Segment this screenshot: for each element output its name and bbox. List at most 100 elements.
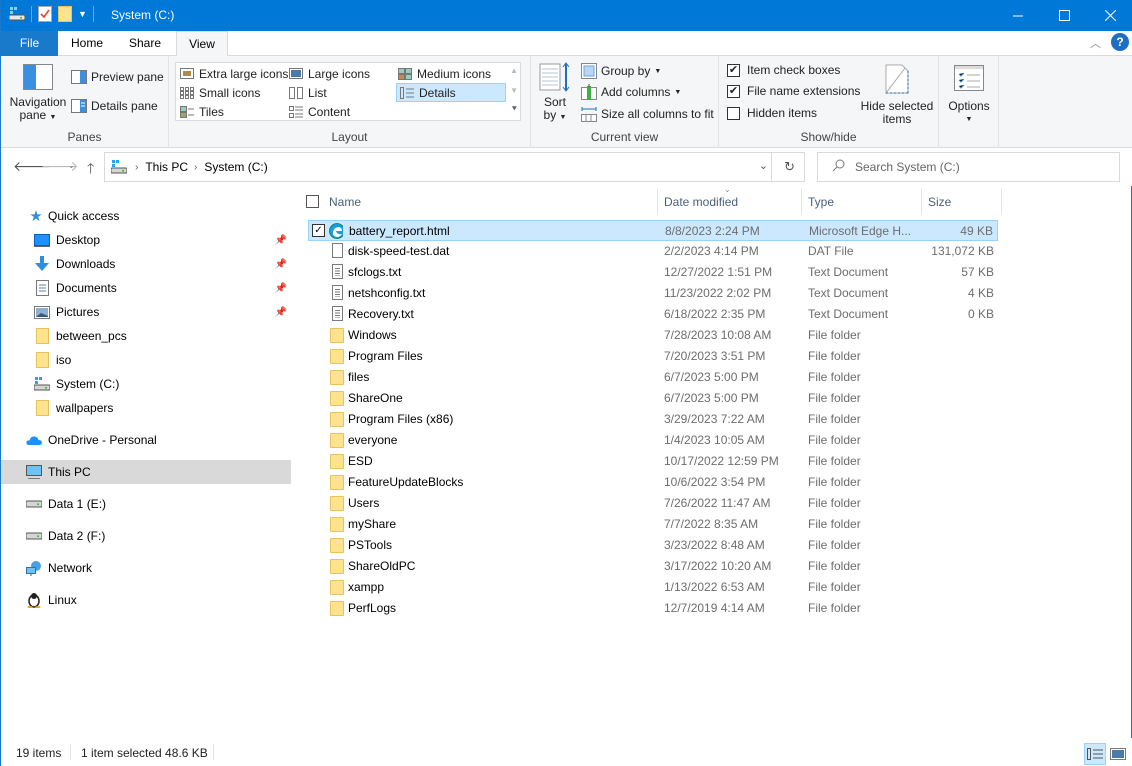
gallery-expand-icon[interactable]: ⯆ [511,104,518,115]
tab-home[interactable]: Home [61,31,113,56]
size-all-columns-button[interactable]: Size all columns to fit [581,106,714,122]
properties-icon[interactable] [38,6,52,22]
nav-wallpapers[interactable]: wallpapers [1,396,291,420]
pin-icon[interactable]: 📌 [275,307,287,318]
preview-pane-button[interactable]: Preview pane [71,70,164,84]
nav-onedrive[interactable]: OneDrive - Personal [1,428,291,452]
file-row[interactable]: ESD 10/17/2022 12:59 PM File folder [308,451,998,472]
column-header-size[interactable]: Size [928,186,951,217]
nav-linux[interactable]: Linux [1,588,291,612]
file-row[interactable]: Windows 7/28/2023 10:08 AM File folder [308,325,998,346]
nav-this-pc[interactable]: This PC [1,460,291,484]
address-history-dropdown[interactable]: ⌄ [759,159,768,172]
column-header-name[interactable]: Name [329,186,361,217]
nav-network[interactable]: Network [1,556,291,580]
up-button[interactable]: 🡑 [87,158,94,182]
folder-icon [330,601,344,616]
column-divider[interactable] [801,189,802,214]
recent-locations-button[interactable]: ⌄ [68,161,75,170]
gallery-scroll-down-icon[interactable]: ▼ [510,86,518,95]
layout-large-icons[interactable]: Large icons [286,64,373,83]
new-folder-icon[interactable] [58,6,72,22]
drive-icon[interactable] [8,7,26,21]
nav-iso[interactable]: iso [1,348,291,372]
tab-view[interactable]: View [176,31,228,57]
file-name-extensions-checkbox[interactable]: ✔ [727,84,740,98]
breadcrumb-system-c[interactable]: System (C:) [204,160,267,174]
breadcrumb-separator-icon[interactable]: › [135,162,138,173]
layout-medium-icons[interactable]: Medium icons [395,64,494,83]
file-type: File folder [808,580,861,594]
file-row[interactable]: ✓ battery_report.html 8/8/2023 2:24 PM Micr… [308,220,998,241]
item-check-boxes-toggle[interactable]: ✔ Item check boxes [727,63,840,77]
close-button[interactable] [1087,0,1132,31]
hidden-items-checkbox[interactable] [727,106,740,120]
refresh-button[interactable]: ↻ [784,159,795,175]
hide-selected-items-button[interactable]: Hide selected items [859,64,935,126]
item-check-boxes-checkbox[interactable]: ✔ [727,63,740,77]
file-row[interactable]: ShareOldPC 3/17/2022 10:20 AM File folder [308,556,998,577]
help-icon[interactable]: ? [1111,33,1129,51]
pin-icon[interactable]: 📌 [275,235,287,246]
file-name-extensions-toggle[interactable]: ✔ File name extensions [727,84,860,98]
file-row[interactable]: netshconfig.txt 11/23/2022 2:02 PM Text Do… [308,283,998,304]
nav-data-2-f[interactable]: Data 2 (F:) [1,524,291,548]
nav-downloads[interactable]: Downloads 📌 [1,252,291,276]
maximize-button[interactable] [1041,0,1087,31]
nav-pictures[interactable]: Pictures 📌 [1,300,291,324]
layout-list[interactable]: List [286,83,330,102]
nav-between-pcs[interactable]: between_pcs [1,324,291,348]
nav-desktop[interactable]: Desktop 📌 [1,228,291,252]
file-row[interactable]: myShare 7/7/2022 8:35 AM File folder [308,514,998,535]
collapse-ribbon-icon[interactable]: ︿ [1090,35,1101,51]
details-view-button[interactable] [1084,743,1106,765]
tab-file[interactable]: File [1,31,58,56]
nav-data-1-e[interactable]: Data 1 (E:) [1,492,291,516]
breadcrumb-this-pc[interactable]: This PC [145,160,188,174]
pin-icon[interactable]: 📌 [275,259,287,270]
layout-content[interactable]: Content [286,102,353,121]
file-row[interactable]: sfclogs.txt 12/27/2022 1:51 PM Text Docume… [308,262,998,283]
file-row[interactable]: PSTools 3/23/2022 8:48 AM File folder [308,535,998,556]
column-header-type[interactable]: Type [808,186,834,217]
search-box[interactable]: Search System (C:) [817,152,1120,182]
layout-extra-large-icons[interactable]: Extra large icons [177,64,291,83]
gallery-scroll-up-icon[interactable]: ▲ [510,66,518,75]
column-divider[interactable] [1001,189,1002,214]
file-row[interactable]: files 6/7/2023 5:00 PM File folder [308,367,998,388]
navigation-pane-button[interactable]: Navigation pane ▼ [7,64,69,124]
file-row[interactable]: FeatureUpdateBlocks 10/6/2022 3:54 PM File… [308,472,998,493]
file-row[interactable]: Program Files 7/20/2023 3:51 PM File folde… [308,346,998,367]
customize-dropdown-icon[interactable]: ▼ [78,9,87,19]
breadcrumb-separator-icon[interactable]: › [194,162,197,173]
file-row[interactable]: Recovery.txt 6/18/2022 2:35 PM Text Docume… [308,304,998,325]
add-columns-button[interactable]: Add columns ▼ [581,84,681,100]
pin-icon[interactable]: 📌 [275,283,287,294]
select-all-checkbox[interactable] [306,186,319,217]
address-bar[interactable]: › This PC › System (C:) ⌄ ↻ [104,152,805,182]
file-row[interactable]: Users 7/26/2022 11:47 AM File folder [308,493,998,514]
nav-quick-access[interactable]: ★ Quick access [1,204,291,228]
layout-details[interactable]: Details [396,83,506,102]
options-button[interactable]: Options ▼ [943,65,995,126]
file-row[interactable]: PerfLogs 12/7/2019 4:14 AM File folder [308,598,998,619]
layout-tiles[interactable]: Tiles [177,102,227,121]
tab-share[interactable]: Share [118,31,172,56]
nav-documents[interactable]: Documents 📌 [1,276,291,300]
nav-system-c[interactable]: System (C:) [1,372,291,396]
column-divider[interactable] [657,189,658,214]
sort-by-button[interactable]: Sort by ▼ [537,62,573,124]
file-row[interactable]: ShareOne 6/7/2023 5:00 PM File folder [308,388,998,409]
file-row[interactable]: disk-speed-test.dat 2/2/2023 4:14 PM DAT F… [308,241,998,262]
details-pane-button[interactable]: Details pane [71,99,158,113]
group-by-button[interactable]: Group by ▼ [581,63,661,79]
row-checkbox[interactable]: ✓ [312,224,325,237]
hidden-items-toggle[interactable]: Hidden items [727,106,817,120]
file-row[interactable]: xampp 1/13/2022 6:53 AM File folder [308,577,998,598]
column-divider[interactable] [921,189,922,214]
file-row[interactable]: Program Files (x86) 3/29/2023 7:22 AM File… [308,409,998,430]
layout-small-icons[interactable]: Small icons [177,83,263,102]
large-icons-view-button[interactable] [1107,743,1129,765]
file-row[interactable]: everyone 1/4/2023 10:05 AM File folder [308,430,998,451]
minimize-button[interactable] [995,0,1041,31]
